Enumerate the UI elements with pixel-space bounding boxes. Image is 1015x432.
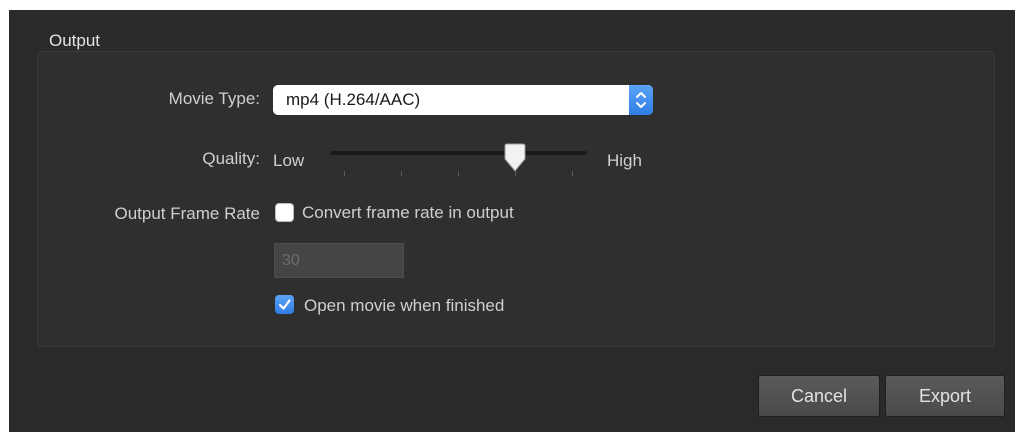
quality-slider-knob[interactable] <box>502 143 528 173</box>
checkmark-icon <box>278 299 291 310</box>
output-group-title: Output <box>49 31 101 50</box>
quality-slider-track[interactable] <box>330 151 587 155</box>
convert-frame-rate-checkbox[interactable] <box>275 203 294 222</box>
quality-slider-tick <box>458 171 459 176</box>
quality-label: Quality: <box>202 149 260 168</box>
cancel-button[interactable]: Cancel <box>758 375 880 417</box>
quality-high-label: High <box>607 151 642 170</box>
popup-arrows-icon <box>629 85 653 115</box>
movie-type-popup[interactable]: mp4 (H.264/AAC) <box>273 85 653 115</box>
output-frame-rate-label: Output Frame Rate <box>114 204 260 223</box>
quality-low-label: Low <box>273 151 305 170</box>
open-movie-label: Open movie when finished <box>304 296 505 315</box>
frame-rate-field[interactable] <box>274 243 404 278</box>
quality-slider-tick <box>401 171 402 176</box>
movie-type-value: mp4 (H.264/AAC) <box>286 90 421 109</box>
open-movie-checkbox[interactable] <box>275 295 294 314</box>
quality-slider-tick <box>344 171 345 176</box>
convert-frame-rate-label: Convert frame rate in output <box>302 203 514 222</box>
export-button[interactable]: Export <box>885 375 1005 417</box>
movie-type-label: Movie Type: <box>168 89 260 108</box>
quality-slider-tick <box>572 171 573 176</box>
